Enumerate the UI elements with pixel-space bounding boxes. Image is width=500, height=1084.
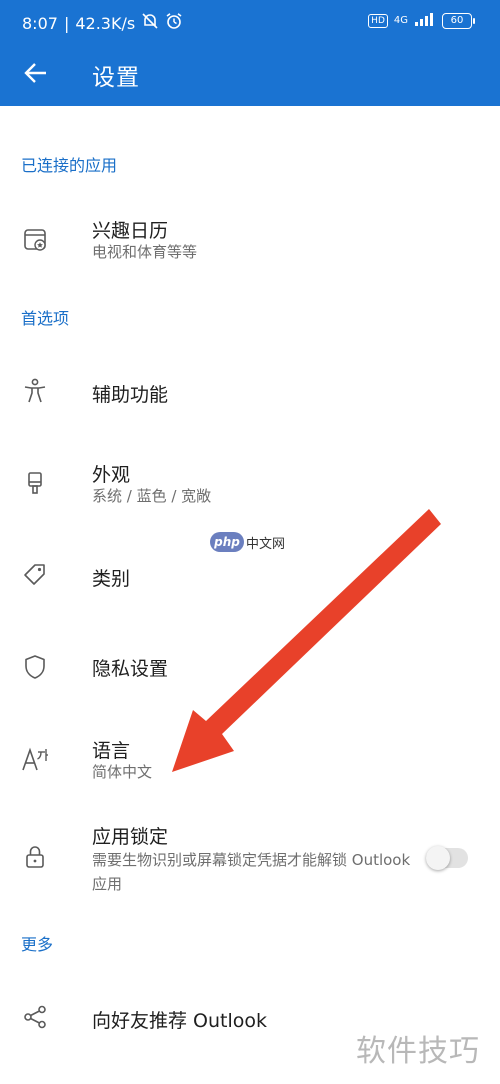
- toggle-knob: [426, 846, 450, 870]
- app-lock-subtitle: 需要生物识别或屏幕锁定凭据才能解锁 Outlook 应用: [92, 851, 411, 893]
- alarm-icon: [165, 12, 183, 34]
- signal-icon: [414, 12, 436, 29]
- watermark-center-text: 中文网: [246, 536, 286, 552]
- calendar-icon: [20, 224, 50, 254]
- privacy-title: 隐私设置: [92, 658, 169, 680]
- hd-badge: HD: [368, 13, 388, 28]
- interest-calendar-subtitle: 电视和体育等等: [92, 243, 198, 261]
- status-divider: |: [63, 13, 70, 33]
- watermark-php-cn: php 中文网: [210, 532, 285, 552]
- back-button[interactable]: [14, 53, 58, 97]
- settings-item-accessibility[interactable]: 辅助功能: [0, 360, 500, 424]
- settings-item-privacy[interactable]: 隐私设置: [0, 636, 500, 698]
- battery-icon: 60: [442, 12, 475, 29]
- tag-icon: [20, 560, 50, 590]
- status-left: 8:07 | 42.3K/s: [22, 12, 183, 34]
- app-bar: 设置: [0, 44, 500, 106]
- status-time: 8:07: [22, 13, 58, 33]
- arrow-left-icon: [23, 60, 49, 90]
- section-header-connected-apps: 已连接的应用: [21, 156, 118, 175]
- accessibility-title: 辅助功能: [92, 384, 169, 406]
- section-header-more: 更多: [21, 935, 54, 954]
- lock-icon: [20, 842, 50, 872]
- paint-brush-icon: [20, 468, 50, 498]
- language-icon: [20, 744, 50, 774]
- language-title: 语言: [92, 740, 131, 762]
- settings-item-appearance[interactable]: 外观 系统 / 蓝色 / 宽敞: [0, 452, 500, 520]
- language-subtitle: 简体中文: [92, 763, 153, 781]
- mute-icon: [141, 12, 159, 34]
- watermark-corner: 软件技巧: [356, 1034, 480, 1069]
- settings-item-categories[interactable]: 类别: [0, 546, 500, 608]
- settings-item-app-lock[interactable]: 应用锁定 需要生物识别或屏幕锁定凭据才能解锁 Outlook 应用: [0, 818, 500, 900]
- app-lock-toggle[interactable]: [426, 846, 468, 870]
- status-bar: 8:07 | 42.3K/s HD 4G 60: [0, 0, 500, 44]
- categories-title: 类别: [92, 568, 131, 590]
- shield-icon: [20, 652, 50, 682]
- settings-item-interest-calendar[interactable]: 兴趣日历 电视和体育等等: [0, 210, 500, 278]
- section-header-preferences: 首选项: [21, 309, 70, 328]
- share-icon: [20, 1002, 50, 1032]
- appearance-subtitle: 系统 / 蓝色 / 宽敞: [92, 487, 212, 505]
- settings-item-language[interactable]: 语言 简体中文: [0, 728, 500, 794]
- status-speed: 42.3K/s: [75, 13, 136, 33]
- status-right: HD 4G 60: [368, 12, 475, 29]
- php-logo: php: [210, 532, 244, 552]
- network-type: 4G: [393, 15, 408, 26]
- app-lock-title: 应用锁定: [92, 826, 169, 848]
- accessibility-person-icon: [20, 376, 50, 406]
- interest-calendar-title: 兴趣日历: [92, 220, 169, 242]
- recommend-title: 向好友推荐 Outlook: [92, 1010, 268, 1032]
- page-title: 设置: [92, 65, 140, 91]
- appearance-title: 外观: [92, 464, 131, 486]
